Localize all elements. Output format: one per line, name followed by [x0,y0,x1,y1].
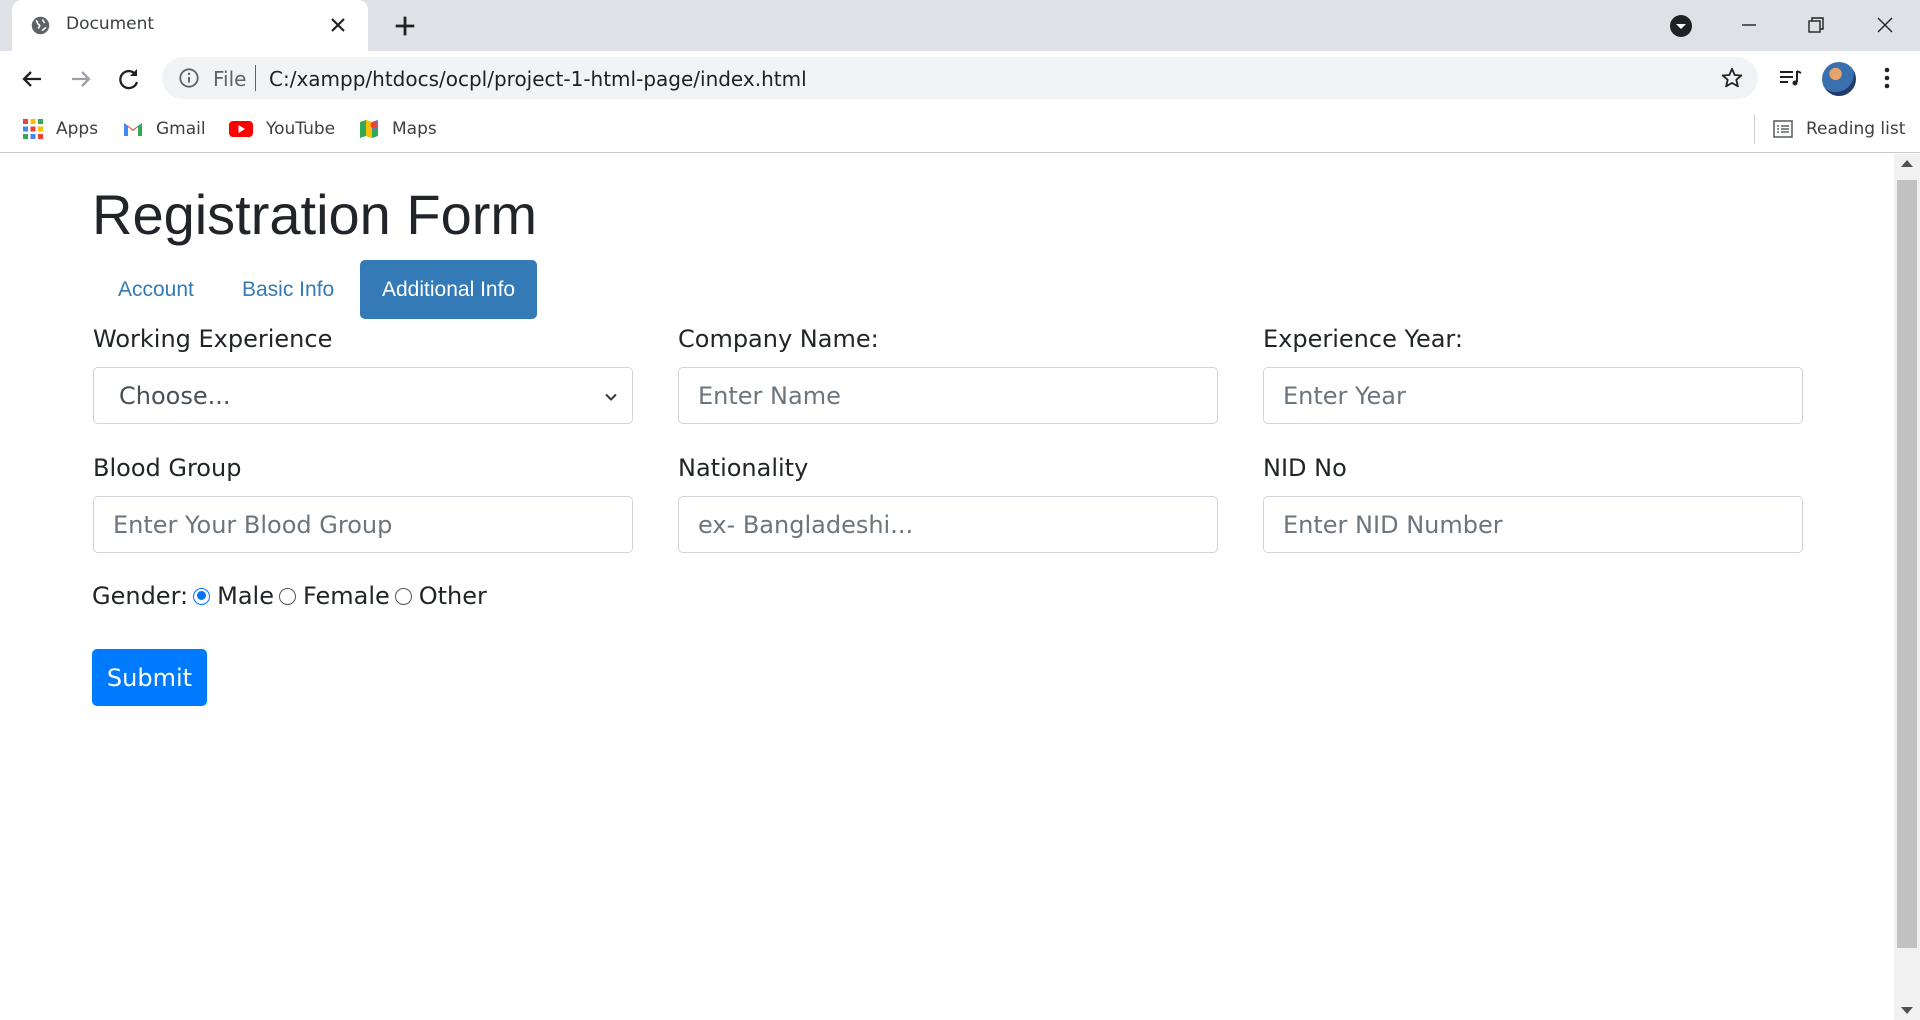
vertical-scrollbar[interactable] [1894,154,1920,1020]
info-icon[interactable] [178,67,200,89]
close-tab-icon[interactable] [326,13,350,37]
profile-avatar[interactable] [1822,62,1856,96]
browser-tab-strip: Document [0,0,1920,51]
gender-label: Gender: [92,582,189,610]
scrollbar-thumb[interactable] [1897,180,1917,948]
blood-group-input[interactable]: Enter Your Blood Group [93,496,633,553]
bookmark-gmail[interactable]: Gmail [122,116,206,142]
reload-icon[interactable] [114,64,144,94]
reading-list-label: Reading list [1806,119,1906,139]
media-playlist-icon[interactable] [1775,63,1805,93]
submit-button[interactable]: Submit [92,649,207,706]
nationality-input[interactable]: ex- Bangladeshi... [678,496,1218,553]
page-viewport: Registration Form Account Basic Info Add… [0,154,1894,1020]
gender-option-female: Female [302,582,390,610]
gender-group: Gender: Male Female Other [92,582,487,610]
globe-icon [31,16,50,35]
bookmark-label: Gmail [156,119,206,139]
back-arrow-icon[interactable] [17,64,47,94]
bookmark-label: Maps [392,119,437,139]
url-scheme: File [213,67,247,91]
forward-arrow-icon[interactable] [66,64,96,94]
page-title: Registration Form [92,183,538,246]
chevron-down-icon [605,393,617,401]
restore-icon[interactable] [1801,10,1831,40]
apps-grid-icon [23,119,43,139]
tab-basic-info[interactable]: Basic Info [220,260,356,319]
blood-group-label: Blood Group [93,454,242,482]
bookmark-youtube[interactable]: YouTube [228,116,335,142]
scroll-down-arrow-icon[interactable] [1901,1007,1913,1014]
bookmarks-bar: Apps Gmail YouTube Maps Reading list [0,106,1920,153]
tab-additional-info[interactable]: Additional Info [360,260,538,319]
url-text[interactable]: C:/xampp/htdocs/ocpl/project-1-html-page… [269,67,807,91]
bookmark-label: Apps [56,119,99,139]
bookmark-star-icon[interactable] [1720,66,1744,90]
bookmark-maps[interactable]: Maps [358,116,437,142]
close-window-icon[interactable] [1870,10,1900,40]
reading-list-icon [1773,120,1793,138]
experience-year-input[interactable]: Enter Year [1263,367,1803,424]
gender-radio-male[interactable] [193,587,211,605]
nid-no-label: NID No [1263,454,1347,482]
bookmark-apps[interactable]: Apps [22,116,98,142]
gender-radio-other[interactable] [394,587,412,605]
experience-year-label: Experience Year: [1263,325,1463,353]
minimize-icon[interactable] [1734,10,1764,40]
scroll-up-arrow-icon[interactable] [1901,160,1913,167]
company-name-label: Company Name: [678,325,879,353]
browser-tab[interactable]: Document [12,0,368,51]
bookmarks-divider [1754,114,1755,144]
gmail-icon [124,123,142,136]
reading-list-button[interactable]: Reading list [1772,116,1905,142]
new-tab-icon[interactable] [391,12,419,40]
gender-option-male: Male [217,582,274,610]
working-experience-select[interactable]: Choose... [93,367,633,424]
gender-radio-female[interactable] [278,587,296,605]
tab-title: Document [66,14,155,34]
tab-search-icon[interactable] [1669,14,1693,38]
address-bar[interactable]: File C:/xampp/htdocs/ocpl/project-1-html… [162,57,1758,99]
maps-icon [360,120,378,138]
nationality-label: Nationality [678,454,809,482]
tab-account[interactable]: Account [96,260,216,319]
nid-no-input[interactable]: Enter NID Number [1263,496,1803,553]
bookmark-label: YouTube [266,119,336,139]
working-experience-value: Choose... [119,381,231,410]
youtube-icon [229,121,253,137]
url-separator [255,65,256,91]
company-name-input[interactable]: Enter Name [678,367,1218,424]
browser-toolbar: File C:/xampp/htdocs/ocpl/project-1-html… [0,51,1920,106]
working-experience-label: Working Experience [93,325,333,353]
more-menu-icon[interactable] [1872,63,1902,93]
gender-option-other: Other [418,582,487,610]
